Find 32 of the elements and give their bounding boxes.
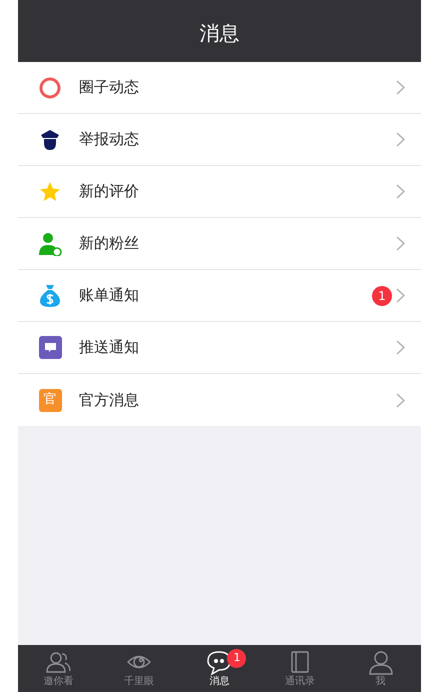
chevron-right-icon bbox=[396, 340, 405, 355]
police-icon bbox=[39, 128, 61, 150]
people-icon bbox=[45, 650, 72, 676]
circle-icon bbox=[39, 76, 61, 98]
item-label: 举报动态 bbox=[79, 129, 140, 150]
item-label: 圈子动态 bbox=[79, 77, 140, 98]
unread-badge: 1 bbox=[372, 286, 392, 306]
tab-item[interactable]: 千里眼 bbox=[98, 645, 180, 692]
chevron-right-icon bbox=[396, 236, 405, 251]
message-icon bbox=[38, 336, 62, 359]
chevron-right-icon bbox=[396, 132, 405, 147]
item-label: 推送通知 bbox=[79, 337, 140, 358]
item-label: 新的评价 bbox=[79, 181, 140, 202]
official-icon: 官 bbox=[38, 388, 62, 412]
chat-bubble-icon bbox=[206, 650, 232, 676]
person-heart-icon bbox=[38, 232, 62, 256]
tab-item[interactable]: 邀你看 bbox=[18, 645, 99, 692]
chevron-right-icon bbox=[396, 80, 405, 95]
chevron-right-icon bbox=[396, 392, 405, 408]
money-bag-icon bbox=[39, 284, 61, 308]
unread-badge: 1 bbox=[227, 649, 246, 668]
tab-item[interactable]: 我 bbox=[340, 645, 421, 692]
item-label: 新的粉丝 bbox=[79, 233, 140, 254]
header-title: 消息 bbox=[200, 20, 240, 47]
chevron-right-icon bbox=[396, 288, 405, 303]
person-icon bbox=[368, 650, 394, 676]
tab-item[interactable]: 消息 1 bbox=[179, 645, 260, 692]
tab-item[interactable]: 通讯录 bbox=[260, 645, 340, 692]
star-icon bbox=[39, 180, 61, 202]
item-label: 官方消息 bbox=[79, 390, 140, 411]
chevron-right-icon bbox=[396, 184, 405, 199]
item-label: 账单通知 bbox=[79, 285, 140, 306]
